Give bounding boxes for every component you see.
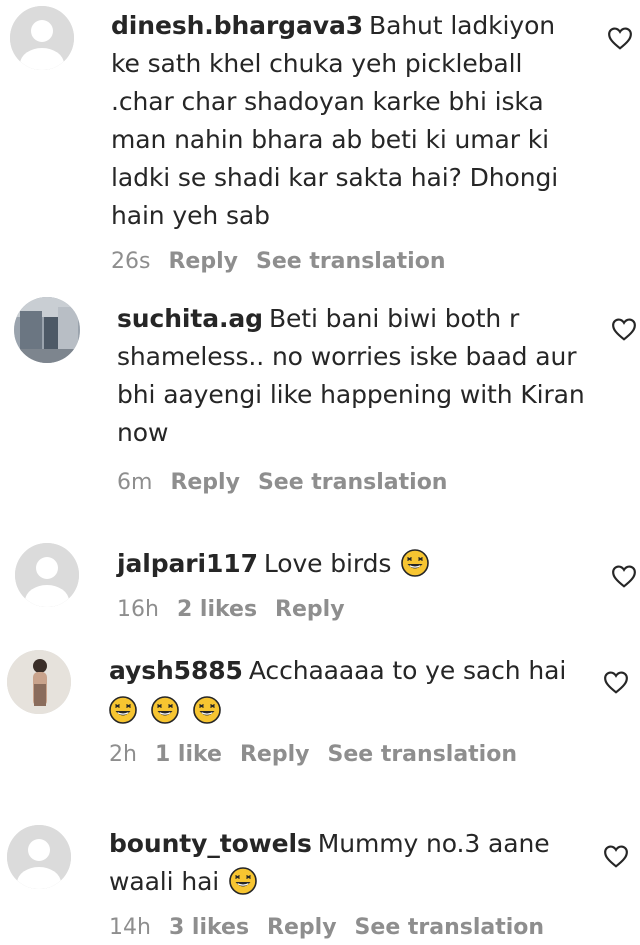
comment-text: aysh5885 Acchaaaaa to ye sach hai [109,652,589,730]
reply-button[interactable]: Reply [275,597,345,622]
likes-count[interactable]: 3 likes [169,915,249,940]
reply-button[interactable]: Reply [267,915,337,940]
comment-meta: 2h 1 like Reply See translation [109,742,589,767]
see-translation-button[interactable]: See translation [258,470,448,495]
heart-icon[interactable] [603,844,629,868]
avatar[interactable] [15,543,79,607]
comment-time: 16h [117,597,159,622]
comment-username[interactable]: jalpari117 [117,549,258,578]
see-translation-button[interactable]: See translation [256,249,446,274]
comment-text: suchita.ag Beti bani biwi both r shameles… [117,300,587,452]
comment-text: bounty_towels Mummy no.3 aane waali hai [109,825,589,901]
heart-icon[interactable] [603,670,629,694]
reply-button[interactable]: Reply [170,470,240,495]
reply-button[interactable]: Reply [240,742,310,767]
photo-avatar-image [7,650,71,714]
comment-body: Love birds [263,549,392,578]
comment-meta: 6m Reply See translation [117,470,587,495]
comment-text: dinesh.bhargava3 Bahut ladkiyon ke sath k… [111,7,581,235]
comment-body: Acchaaaaa to ye sach hai [248,656,567,685]
laughing-emoji-icon [151,696,179,724]
laughing-emoji-icon [401,549,429,577]
see-translation-button[interactable]: See translation [355,915,545,940]
comment-time: 2h [109,742,137,767]
laughing-emoji-icon [109,696,137,724]
laughing-emoji-icon [229,867,257,895]
comment-meta: 14h 3 likes Reply See translation [109,915,589,940]
heart-icon[interactable] [611,564,637,588]
comment-body: Bahut ladkiyon ke sath khel chuka yeh pi… [111,11,559,230]
comment-username[interactable]: suchita.ag [117,304,263,333]
default-avatar-icon [10,6,74,70]
heart-icon[interactable] [607,26,633,50]
comment-time: 6m [117,470,153,495]
see-translation-button[interactable]: See translation [327,742,517,767]
default-avatar-icon [7,825,71,889]
comment-text: jalpari117 Love birds [117,545,587,583]
avatar[interactable] [7,825,71,889]
heart-icon[interactable] [611,317,637,341]
comment-meta: 26s Reply See translation [111,249,581,274]
default-avatar-icon [15,543,79,607]
comment-username[interactable]: bounty_towels [109,829,312,858]
avatar[interactable] [7,650,71,714]
comment-username[interactable]: aysh5885 [109,656,243,685]
comment-time: 14h [109,915,151,940]
reply-button[interactable]: Reply [168,249,238,274]
likes-count[interactable]: 2 likes [177,597,257,622]
likes-count[interactable]: 1 like [155,742,222,767]
photo-avatar-image [14,297,80,363]
avatar[interactable] [10,6,74,70]
emoji-row [109,692,589,730]
comment-username[interactable]: dinesh.bhargava3 [111,11,363,40]
avatar[interactable] [14,297,80,363]
laughing-emoji-icon [192,696,221,724]
comment-time: 26s [111,249,151,274]
comment-meta: 16h 2 likes Reply [117,597,587,622]
